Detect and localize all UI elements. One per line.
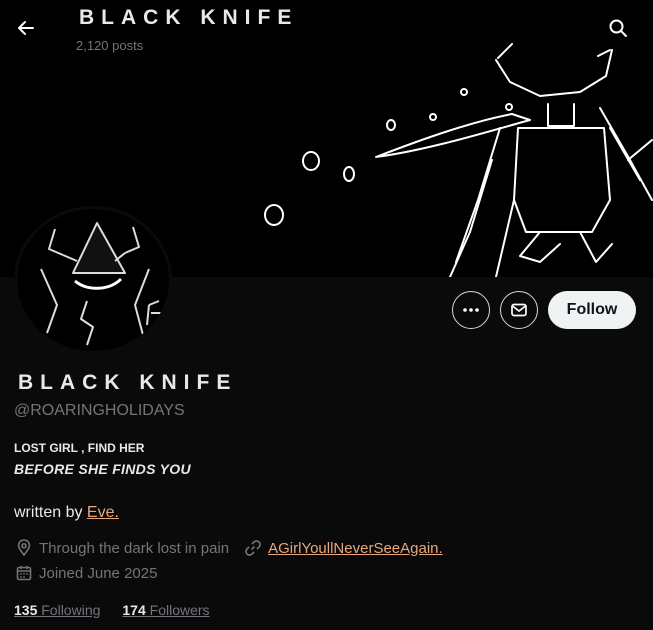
joined-date: Joined June 2025 <box>39 564 158 582</box>
back-button[interactable] <box>12 14 40 42</box>
bio-written-by: written by Eve. <box>14 504 119 522</box>
search-button[interactable] <box>604 14 632 42</box>
profile-meta: Through the dark lost in pain AGirlYoull… <box>14 538 443 558</box>
message-button[interactable] <box>500 291 538 329</box>
search-icon <box>609 19 627 37</box>
link-icon <box>243 538 263 558</box>
bio-line-2: BEFORE SHE FINDS YOU <box>14 461 191 477</box>
calendar-icon <box>14 563 34 583</box>
written-by-label: written by <box>14 504 83 521</box>
profile-location: Through the dark lost in pain <box>39 539 230 557</box>
written-by-link[interactable]: Eve. <box>87 504 119 521</box>
avatar[interactable] <box>14 206 172 354</box>
profile-name: BLACK KNIFE <box>18 371 238 394</box>
followers-link[interactable]: 174 Followers <box>122 602 209 618</box>
more-button[interactable] <box>452 291 490 329</box>
profile-website-link[interactable]: AGirlYoullNeverSeeAgain. <box>268 540 443 557</box>
followers-label: Followers <box>149 602 210 618</box>
followers-count: 174 <box>122 602 146 618</box>
following-count: 135 <box>14 602 38 618</box>
avatar-illustration <box>40 222 161 346</box>
bio-line-1: LOST GIRL , FIND HER <box>14 441 145 455</box>
follow-button[interactable]: Follow <box>548 291 636 329</box>
profile-joined: Joined June 2025 <box>14 563 157 583</box>
following-label: Following <box>41 602 101 618</box>
profile-handle: @ROARINGHOLIDAYS <box>14 402 185 419</box>
more-icon <box>463 308 479 312</box>
location-icon <box>14 538 34 558</box>
arrow-left-icon <box>18 21 34 35</box>
header-title: BLACK KNIFE <box>79 6 299 29</box>
following-link[interactable]: 135 Following <box>14 602 100 618</box>
mail-icon <box>511 303 527 317</box>
post-count: 2,120 posts <box>76 38 144 53</box>
follow-counts: 135 Following 174 Followers <box>14 602 210 618</box>
